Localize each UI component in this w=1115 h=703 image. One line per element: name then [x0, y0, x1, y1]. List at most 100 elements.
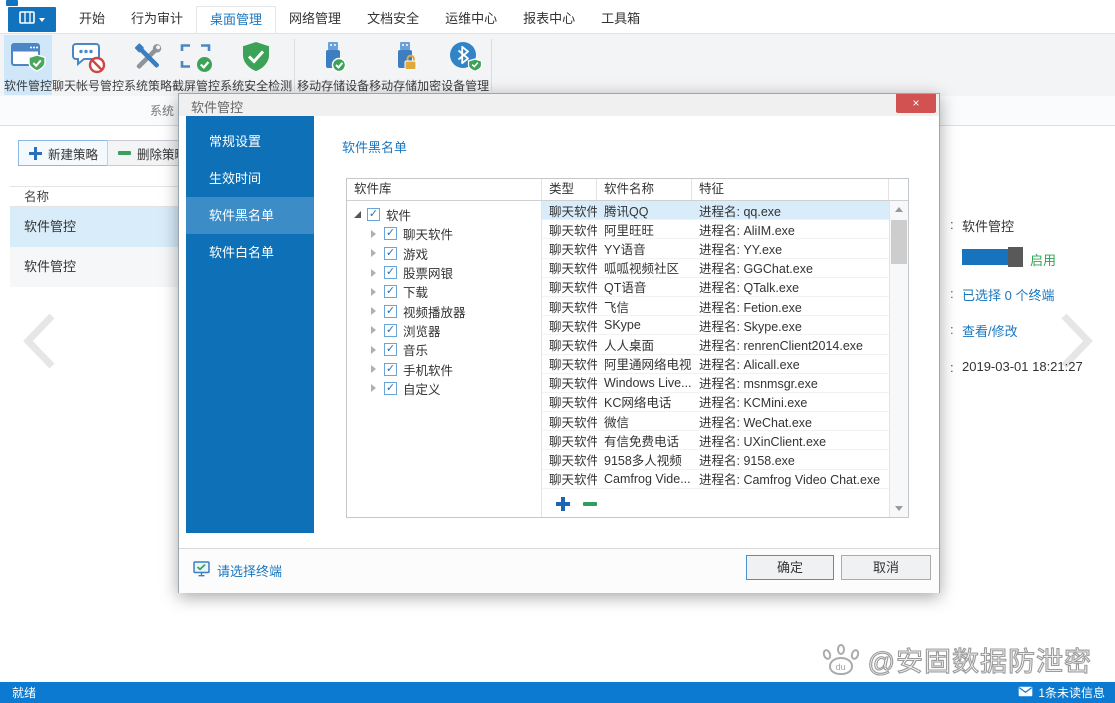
row-actions [542, 493, 597, 515]
checkbox-checked[interactable]: ✓ [384, 247, 397, 260]
checkbox-checked[interactable]: ✓ [384, 343, 397, 356]
expand-arrow-icon[interactable] [371, 307, 376, 315]
dialog-titlebar[interactable]: 软件管控 × [179, 94, 939, 116]
blacklist-row-8[interactable]: 聊天软件阿里通网络电视进程名: Alicall.exe [542, 355, 889, 374]
close-button[interactable]: × [896, 94, 936, 113]
blacklist-row-13[interactable]: 聊天软件9158多人视频进程名: 9158.exe [542, 450, 889, 469]
menu-tab-7[interactable]: 工具箱 [588, 6, 653, 33]
tree-root[interactable]: ✓软件 [347, 205, 541, 224]
main-window: 开始行为审计桌面管理网络管理文档安全运维中心报表中心工具箱 软件管控聊天帐号管控… [0, 0, 1115, 703]
add-row-icon[interactable] [556, 497, 570, 511]
expand-arrow-icon[interactable] [371, 326, 376, 334]
blacklist-row-0[interactable]: 聊天软件腾讯QQ进程名: qq.exe [542, 201, 889, 220]
ribbon-button-2[interactable]: 系统策略 [124, 35, 172, 95]
app-menu-button[interactable] [8, 7, 56, 32]
blacklist-row-9[interactable]: 聊天软件Windows Live...进程名: msnmsgr.exe [542, 374, 889, 393]
expand-arrow-icon[interactable] [371, 384, 376, 392]
scroll-down-icon[interactable] [890, 500, 908, 517]
tree-item-5[interactable]: ✓浏览器 [347, 321, 541, 340]
blacklist-row-1[interactable]: 聊天软件阿里旺旺进程名: AliIM.exe [542, 220, 889, 239]
blacklist-row-4[interactable]: 聊天软件QT语音进程名: QTalk.exe [542, 278, 889, 297]
unread-messages[interactable]: 1条未读信息 [1018, 684, 1105, 701]
cancel-button[interactable]: 取消 [841, 555, 931, 580]
checkbox-checked[interactable]: ✓ [384, 227, 397, 240]
view-modify-link[interactable]: 查看/修改 [962, 321, 1018, 340]
tree-item-3[interactable]: ✓ 下载 [347, 282, 541, 301]
checkbox-checked[interactable]: ✓ [367, 208, 380, 221]
ok-button[interactable]: 确定 [746, 555, 834, 580]
tree-item-0[interactable]: ✓聊天软件 [347, 224, 541, 243]
expand-arrow-icon[interactable] [371, 269, 376, 277]
software-library-tree: ✓软件✓聊天软件✓游戏✓股票网银✓下载✓视频播放器✓浏览器✓音乐✓手机软件✓自定… [347, 201, 542, 517]
menu-tab-6[interactable]: 报表中心 [510, 6, 588, 33]
blacklist-row-7[interactable]: 聊天软件人人桌面进程名: renrenClient2014.exe [542, 335, 889, 354]
tree-item-4[interactable]: ✓ 视频播放器 [347, 301, 541, 320]
blacklist-row-12[interactable]: 聊天软件有信免费电话进程名: UXinClient.exe [542, 431, 889, 450]
menu-tab-2[interactable]: 桌面管理 [196, 6, 276, 33]
cell-type: 聊天软件 [542, 258, 597, 277]
blacklist-row-14[interactable]: 聊天软件Camfrog Vide...进程名: Camfrog Video Ch… [542, 470, 889, 489]
carousel-left-chevron-icon[interactable] [18, 310, 60, 372]
blacklist-row-3[interactable]: 聊天软件呱呱视频社区进程名: GGChat.exe [542, 259, 889, 278]
dialog-sidebar-item-1[interactable]: 生效时间 [186, 160, 314, 197]
checkbox-checked[interactable]: ✓ [384, 363, 397, 376]
enable-toggle[interactable] [962, 249, 1022, 265]
tree-item-label: 下载 [403, 282, 428, 301]
dialog-sidebar-item-3[interactable]: 软件白名单 [186, 234, 314, 271]
collapse-arrow-icon[interactable] [354, 211, 361, 218]
tree-item-7[interactable]: ✓手机软件 [347, 359, 541, 378]
watermark-text: @安固数据防泄密 [868, 640, 1092, 679]
toggle-handle[interactable] [1008, 247, 1023, 267]
blacklist-row-10[interactable]: 聊天软件KC网络电话进程名: KCMini.exe [542, 393, 889, 412]
table-scrollbar[interactable] [889, 201, 908, 517]
expand-arrow-icon[interactable] [371, 346, 376, 354]
ribbon-button-1[interactable]: 聊天帐号管控 [52, 35, 124, 95]
dialog-sidebar-item-0[interactable]: 常规设置 [186, 123, 314, 160]
checkbox-checked[interactable]: ✓ [384, 266, 397, 279]
selected-terminals-link[interactable]: 已选择 0 个终端 [962, 285, 1054, 304]
tree-item-label: 视频播放器 [403, 302, 466, 321]
checkbox-checked[interactable]: ✓ [384, 305, 397, 318]
cell-type: 聊天软件 [542, 373, 597, 392]
tree-item-6[interactable]: ✓音乐 [347, 340, 541, 359]
app-grid-icon [19, 11, 35, 29]
ribbon-button-label: 聊天帐号管控 [52, 77, 124, 94]
column-header-library: 软件库 [347, 179, 542, 200]
ribbon-button-0[interactable]: 软件管控 [4, 35, 52, 95]
dialog-sidebar-item-2[interactable]: 软件黑名单 [186, 197, 314, 234]
select-terminal-link[interactable]: 请选择终端 [193, 561, 282, 580]
dialog-title: 软件管控 [191, 97, 243, 116]
menu-tab-5[interactable]: 运维中心 [432, 6, 510, 33]
tree-item-8[interactable]: ✓自定义 [347, 379, 541, 398]
blacklist-row-5[interactable]: 聊天软件飞信进程名: Fetion.exe [542, 297, 889, 316]
scrollbar-thumb[interactable] [891, 220, 907, 264]
expand-arrow-icon[interactable] [371, 365, 376, 373]
blacklist-row-6[interactable]: 聊天软件SKype进程名: Skype.exe [542, 316, 889, 335]
ribbon-button-4[interactable]: 系统安全检测 [220, 35, 292, 95]
remove-row-icon[interactable] [583, 502, 597, 506]
chevron-down-icon [39, 18, 45, 22]
expand-arrow-icon[interactable] [371, 230, 376, 238]
expand-arrow-icon[interactable] [371, 249, 376, 257]
new-policy-button[interactable]: 新建策略 [18, 140, 109, 166]
checkbox-checked[interactable]: ✓ [384, 324, 397, 337]
checkbox-checked[interactable]: ✓ [384, 285, 397, 298]
blacklist-row-2[interactable]: 聊天软件YY语音进程名: YY.exe [542, 239, 889, 258]
blacklist-row-11[interactable]: 聊天软件微信进程名: WeChat.exe [542, 412, 889, 431]
ribbon-button-7[interactable]: 设备管理 [441, 35, 489, 95]
tree-item-1[interactable]: ✓游戏 [347, 244, 541, 263]
menu-tab-1[interactable]: 行为审计 [118, 6, 196, 33]
expand-arrow-icon[interactable] [371, 288, 376, 296]
checkbox-checked[interactable]: ✓ [384, 382, 397, 395]
menu-tab-4[interactable]: 文档安全 [354, 6, 432, 33]
menu-tab-0[interactable]: 开始 [66, 6, 118, 33]
ribbon-button-3[interactable]: 截屏管控 [172, 35, 220, 95]
tree-item-2[interactable]: ✓股票网银 [347, 263, 541, 282]
plus-icon [29, 147, 42, 160]
scroll-up-icon[interactable] [890, 201, 908, 218]
cell-name: 微信 [597, 412, 692, 431]
ribbon-button-5[interactable]: 移动存储设备 [297, 35, 369, 95]
ribbon-button-6[interactable]: 移动存储加密 [369, 35, 441, 95]
cell-name: Camfrog Vide... [597, 472, 692, 486]
menu-tab-3[interactable]: 网络管理 [276, 6, 354, 33]
